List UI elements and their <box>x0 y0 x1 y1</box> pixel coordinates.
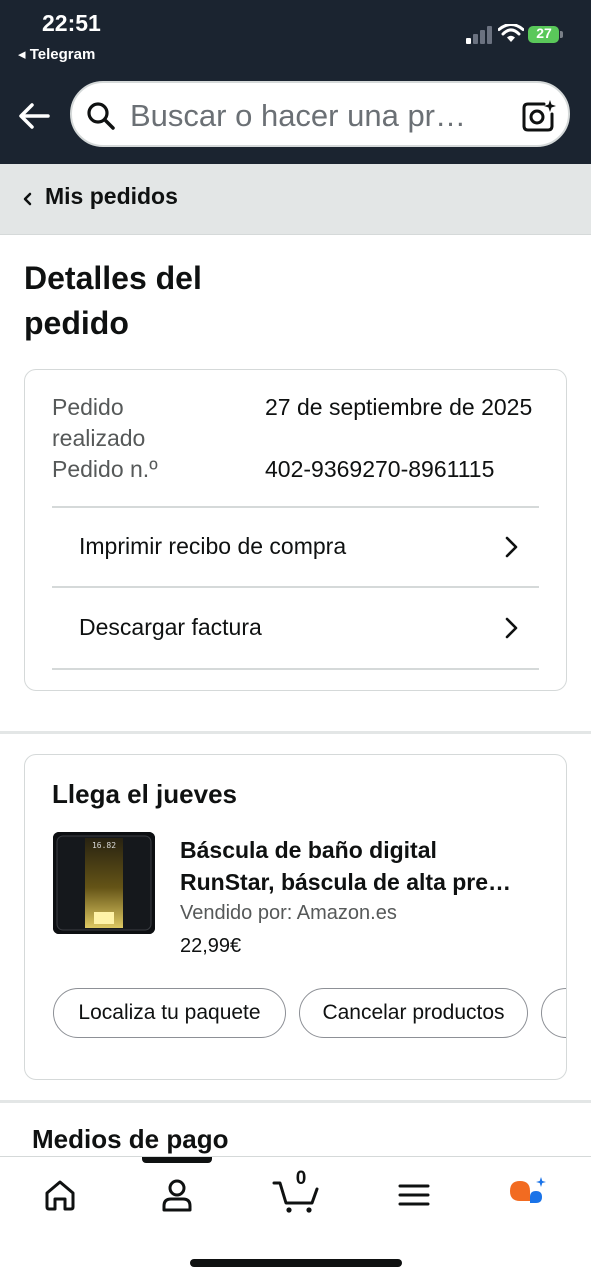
camera-search-icon[interactable] <box>520 98 556 134</box>
product-title-line-1: Báscula de baño digital <box>180 837 437 863</box>
download-invoice-label: Descargar factura <box>79 614 262 640</box>
back-to-telegram-link[interactable]: ◂ Telegram <box>18 45 95 63</box>
print-receipt-label: Imprimir recibo de compra <box>79 533 347 559</box>
bathroom-scale-image: 16.82 <box>53 832 155 934</box>
section-divider <box>0 731 591 734</box>
clock: 22:51 <box>42 10 101 36</box>
product-title-line-2: RunStar, báscula de alta pre… <box>180 869 512 895</box>
account-icon[interactable] <box>157 1175 197 1215</box>
product-price: 22,99€ <box>180 935 242 957</box>
home-icon[interactable] <box>40 1175 80 1215</box>
order-number-value: 402-9369270-8961115 <box>265 456 495 482</box>
order-placed-label: Pedido realizado <box>52 394 146 451</box>
scale-display-reading: 16.82 <box>92 841 116 850</box>
home-indicator[interactable] <box>190 1259 402 1267</box>
download-invoice-link[interactable]: Descargar factura <box>52 589 539 667</box>
more-actions-button[interactable] <box>541 988 566 1038</box>
chevron-left-icon <box>23 192 32 206</box>
menu-icon[interactable] <box>394 1175 434 1215</box>
divider <box>52 668 539 670</box>
print-receipt-link[interactable]: Imprimir recibo de compra <box>52 508 539 586</box>
search-icon <box>87 102 115 130</box>
cellular-signal-icon <box>466 26 492 44</box>
rufus-assistant-icon[interactable] <box>508 1175 548 1215</box>
delivery-status: Llega el jueves <box>52 779 237 809</box>
breadcrumb-label: Mis pedidos <box>45 183 178 209</box>
cart-count-badge: 0 <box>295 1168 307 1189</box>
order-summary-card: Pedido realizado 27 de septiembre de 202… <box>24 369 567 691</box>
battery-level: 27 <box>536 25 552 41</box>
active-tab-indicator <box>142 1157 212 1163</box>
chevron-right-icon <box>505 536 518 558</box>
divider <box>52 586 539 588</box>
header-bar: Buscar o hacer una pr… <box>0 72 591 164</box>
order-placed-value: 27 de septiembre de 2025 <box>265 394 533 420</box>
product-title[interactable]: Báscula de baño digital RunStar, báscula… <box>180 834 542 898</box>
status-bar: 22:51 ◂ Telegram 27 <box>0 0 591 72</box>
chevron-right-icon <box>505 617 518 639</box>
battery-icon: 27 <box>528 24 564 46</box>
section-divider <box>0 1100 591 1103</box>
wifi-icon <box>498 24 524 42</box>
product-seller: Vendido por: Amazon.es <box>180 902 397 924</box>
search-placeholder: Buscar o hacer una pr… <box>130 98 467 133</box>
cancel-items-button[interactable]: Cancelar productos <box>299 988 528 1038</box>
back-arrow-icon[interactable] <box>14 94 58 138</box>
product-image[interactable]: 16.82 <box>53 832 155 934</box>
search-field[interactable]: Buscar o hacer una pr… <box>70 81 570 147</box>
order-number-label: Pedido n.º <box>52 456 158 482</box>
breadcrumb[interactable]: Mis pedidos <box>0 164 591 235</box>
page-title: Detalles del pedido <box>24 260 202 341</box>
track-package-button[interactable]: Localiza tu paquete <box>53 988 286 1038</box>
payment-methods-heading: Medios de pago <box>32 1124 229 1154</box>
delivery-card: Llega el jueves 16.82 Báscula de baño di… <box>24 754 567 1080</box>
